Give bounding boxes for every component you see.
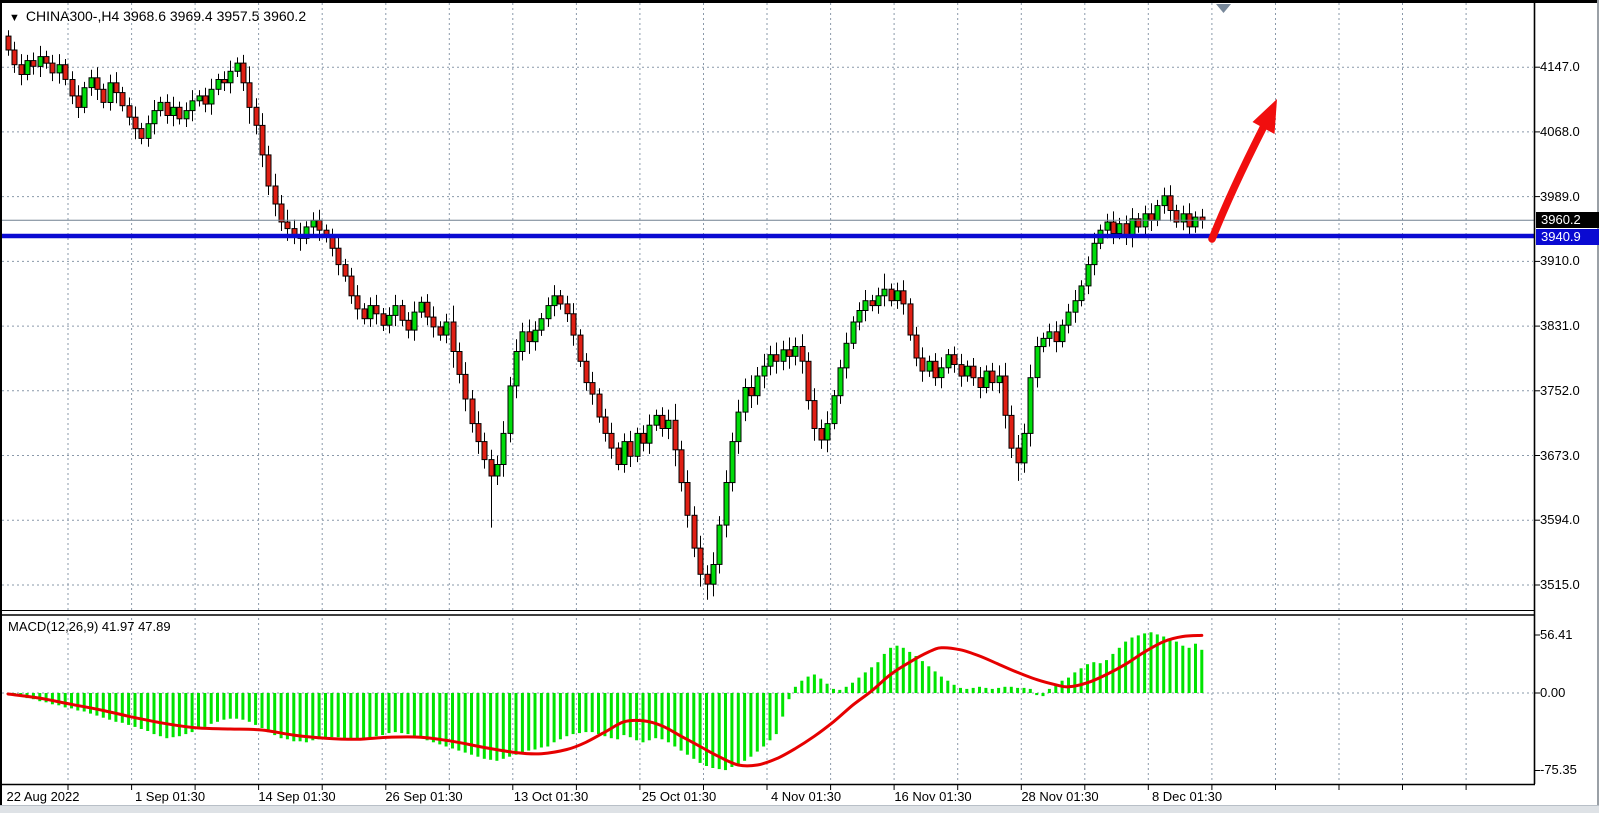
time-axis-label: 22 Aug 2022 <box>6 789 79 804</box>
chart-shift-marker-icon[interactable] <box>1216 4 1231 13</box>
price-axis-label: 3752.0 <box>1540 383 1580 398</box>
price-axis-label: 3515.0 <box>1540 577 1580 592</box>
macd-axis-label: 56.41 <box>1540 627 1573 642</box>
chart-window: ▼ CHINA300-,H4 3968.6 3969.4 3957.5 3960.… <box>0 0 1599 813</box>
symbol-dropdown-icon[interactable]: ▼ <box>9 12 20 24</box>
time-axis-label: 16 Nov 01:30 <box>894 789 971 804</box>
price-axis-label: 4068.0 <box>1540 124 1580 139</box>
window-border-left <box>0 0 2 805</box>
macd-indicator-label: MACD(12,26,9) 41.97 47.89 <box>8 619 171 634</box>
level-price-tag: 3940.9 <box>1536 229 1599 245</box>
time-axis-label: 26 Sep 01:30 <box>385 789 462 804</box>
macd-axis-label: -75.35 <box>1540 762 1577 777</box>
window-border-top <box>0 0 1599 3</box>
time-axis-label: 4 Nov 01:30 <box>771 789 841 804</box>
time-axis-label: 25 Oct 01:30 <box>642 789 716 804</box>
price-axis-label: 3910.0 <box>1540 253 1580 268</box>
window-bottom-edge <box>0 805 1599 813</box>
time-axis-label: 1 Sep 01:30 <box>135 789 205 804</box>
price-axis-label: 3989.0 <box>1540 189 1580 204</box>
chart-plot-area[interactable] <box>0 0 1599 813</box>
current-price-tag: 3960.2 <box>1536 212 1599 228</box>
quote-ohlc-label: 3968.6 3969.4 3957.5 3960.2 <box>123 8 306 24</box>
chart-title: ▼ CHINA300-,H4 3968.6 3969.4 3957.5 3960.… <box>9 8 306 24</box>
macd-histogram <box>7 632 1204 770</box>
price-axis-label: 3673.0 <box>1540 448 1580 463</box>
price-axis-label: 4147.0 <box>1540 59 1580 74</box>
macd-axis-label: 0.00 <box>1540 685 1565 700</box>
bullish-arrow[interactable] <box>1212 99 1277 239</box>
price-axis-label: 3831.0 <box>1540 318 1580 333</box>
candlestick-series <box>6 30 1205 599</box>
price-axis-label: 3594.0 <box>1540 512 1580 527</box>
symbol-period-label: CHINA300-,H4 <box>26 8 119 24</box>
time-axis-label: 13 Oct 01:30 <box>514 789 588 804</box>
time-axis-label: 28 Nov 01:30 <box>1021 789 1098 804</box>
time-axis-label: 8 Dec 01:30 <box>1152 789 1222 804</box>
time-axis-label: 14 Sep 01:30 <box>258 789 335 804</box>
